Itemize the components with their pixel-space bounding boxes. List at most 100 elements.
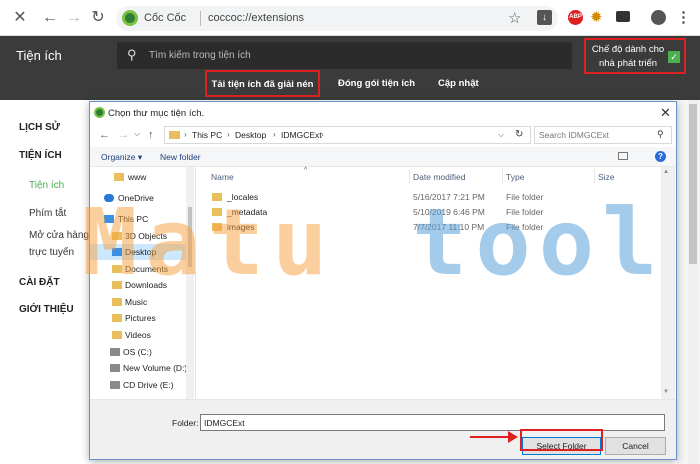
scroll-down-icon[interactable]: ▼ — [663, 389, 669, 395]
tree-item[interactable]: This PC — [90, 211, 186, 227]
organize-button[interactable]: Organize ▾ — [101, 152, 142, 163]
sidebar-item-store-line1[interactable]: Mở cửa hàng — [29, 230, 89, 241]
folder-icon — [112, 265, 122, 273]
cancel-button[interactable]: Cancel — [605, 437, 666, 455]
menu-icon[interactable]: ⋮ — [676, 8, 691, 26]
sidebar-item-shortcuts[interactable]: Phím tắt — [29, 208, 66, 219]
sidebar-item-about[interactable]: GIỚI THIỆU — [19, 304, 74, 315]
tree-item[interactable]: Music — [90, 294, 186, 310]
breadcrumb[interactable]: › This PC › Desktop › IDMGCExt › ⌵ ↻ — [164, 126, 531, 144]
pc-icon — [104, 215, 114, 223]
file-type: File folder — [506, 222, 544, 232]
breadcrumb-separator: › — [227, 130, 230, 139]
dialog-search-placeholder: Search IDMGCExt — [539, 130, 609, 140]
sidebar-item-history[interactable]: LỊCH SỬ — [19, 122, 60, 133]
tab-update[interactable]: Cập nhật — [438, 78, 479, 89]
folder-icon — [212, 193, 222, 201]
developer-mode-toggle[interactable]: Chế độ dành cho nhà phát triển ✓ — [584, 38, 686, 74]
column-header-size[interactable]: Size — [598, 172, 615, 182]
gear-extension-icon[interactable]: ✹ — [590, 8, 603, 26]
table-row[interactable]: _locales 5/16/2017 7:21 PM File folder — [197, 190, 667, 204]
forward-icon[interactable]: → — [118, 129, 129, 141]
annotation-arrow-line — [470, 436, 510, 438]
back-icon[interactable]: ← — [40, 8, 60, 28]
nav-pane-scrollbar-thumb[interactable] — [188, 207, 192, 267]
tree-item[interactable]: OS (C:) — [90, 344, 186, 360]
column-divider[interactable] — [409, 169, 410, 183]
adblock-plus-icon[interactable]: ABP — [568, 10, 583, 25]
refresh-icon[interactable]: ↻ — [515, 129, 523, 140]
tree-item[interactable]: CD Drive (E:) — [90, 377, 186, 393]
tree-item-label: Desktop — [125, 247, 157, 257]
sidebar-item-extensions[interactable]: TIỆN ÍCH — [19, 150, 62, 161]
cloud-icon — [104, 194, 114, 202]
breadcrumb-desktop[interactable]: Desktop — [235, 130, 266, 140]
folder-icon — [112, 298, 122, 306]
dialog-title: Chọn thư mục tiện ích. — [108, 108, 205, 119]
tree-item[interactable]: Pictures — [90, 310, 186, 326]
table-row[interactable]: _metadata 5/10/2019 6:46 PM File folder — [197, 205, 667, 219]
tree-item[interactable]: Documents — [90, 261, 186, 277]
sidebar-item-settings[interactable]: CÀI ĐẶT — [19, 277, 60, 288]
close-icon[interactable]: ✕ — [660, 105, 671, 121]
tree-item[interactable]: OneDrive — [90, 190, 186, 206]
breadcrumb-this-pc[interactable]: This PC — [192, 130, 222, 140]
page-scrollbar-thumb[interactable] — [689, 104, 697, 264]
cd-drive-icon — [110, 381, 120, 389]
tree-item[interactable]: 3D Objects — [90, 228, 186, 244]
close-tab-icon[interactable]: ✕ — [10, 8, 30, 28]
avatar-icon[interactable] — [651, 10, 666, 25]
dialog-title-bar[interactable]: Chọn thư mục tiện ích. ✕ — [90, 102, 676, 124]
forward-icon[interactable]: → — [64, 8, 84, 28]
folder-icon — [112, 232, 122, 240]
browser-brand: Cốc Cốc — [144, 12, 187, 24]
download-icon[interactable]: ↓ — [537, 10, 552, 25]
file-date: 5/10/2019 6:46 PM — [413, 207, 485, 217]
address-bar[interactable]: Cốc Cốc coccoc://extensions — [116, 6, 558, 31]
sidebar-item-store-line2[interactable]: trực tuyến — [29, 247, 74, 258]
tab-pack-extension[interactable]: Đóng gói tiện ích — [338, 78, 415, 89]
scroll-up-icon[interactable]: ▲ — [663, 169, 669, 175]
tree-item[interactable]: New Volume (D:) — [90, 360, 188, 376]
tab-load-unpacked[interactable]: Tải tiện ích đã giải nén — [205, 70, 320, 97]
folder-icon — [169, 131, 180, 139]
help-icon[interactable]: ? — [655, 151, 666, 162]
table-row[interactable]: images 7/7/2017 11:10 PM File folder — [197, 220, 667, 234]
tree-item-label: Downloads — [125, 280, 168, 290]
chevron-down-icon[interactable]: ⌵ — [498, 130, 504, 140]
nav-pane-scrollbar[interactable] — [186, 167, 194, 399]
view-options-icon[interactable] — [618, 152, 628, 160]
omnibox-divider — [200, 11, 201, 26]
star-icon[interactable]: ☆ — [508, 9, 521, 27]
column-divider[interactable] — [594, 169, 595, 183]
chevron-down-icon[interactable]: ⌵ — [134, 129, 140, 139]
dialog-search-input[interactable]: Search IDMGCExt ⚲ — [534, 126, 672, 144]
url-text: coccoc://extensions — [208, 12, 304, 24]
breadcrumb-idmgcext[interactable]: IDMGCExt — [281, 130, 322, 140]
back-icon[interactable]: ← — [99, 129, 110, 141]
search-placeholder: Tìm kiếm trong tiện ích — [149, 50, 251, 61]
column-divider[interactable] — [502, 169, 503, 183]
column-header-type[interactable]: Type — [506, 172, 524, 182]
tree-item[interactable]: Videos — [90, 327, 186, 343]
folder-icon — [114, 173, 124, 181]
camera-icon[interactable] — [616, 11, 630, 22]
file-type: File folder — [506, 207, 544, 217]
tree-item-label: New Volume (D:) — [123, 363, 188, 373]
sidebar-item-extensions-sub[interactable]: Tiện ích — [29, 180, 64, 191]
reload-icon[interactable]: ↻ — [88, 8, 108, 28]
checkmark-icon[interactable]: ✓ — [668, 51, 680, 63]
folder-label: Folder: — [172, 418, 199, 428]
tree-item[interactable]: www — [90, 169, 186, 185]
tree-item-label: OS (C:) — [123, 347, 152, 357]
extension-search[interactable]: ⚲ Tìm kiếm trong tiện ích — [117, 42, 572, 69]
tree-item[interactable]: Downloads — [90, 277, 186, 293]
developer-mode-label: Chế độ dành cho nhà phát triển — [591, 44, 665, 69]
column-header-name[interactable]: Name — [211, 172, 234, 182]
tree-item-selected[interactable]: Desktop — [90, 244, 186, 260]
column-header-date[interactable]: Date modified — [413, 172, 465, 182]
file-list-scrollbar[interactable]: ▲ ▼ — [661, 167, 675, 399]
annotation-arrow-head — [508, 431, 518, 443]
new-folder-button[interactable]: New folder — [160, 152, 201, 162]
up-arrow-icon[interactable]: ↑ — [148, 129, 154, 141]
